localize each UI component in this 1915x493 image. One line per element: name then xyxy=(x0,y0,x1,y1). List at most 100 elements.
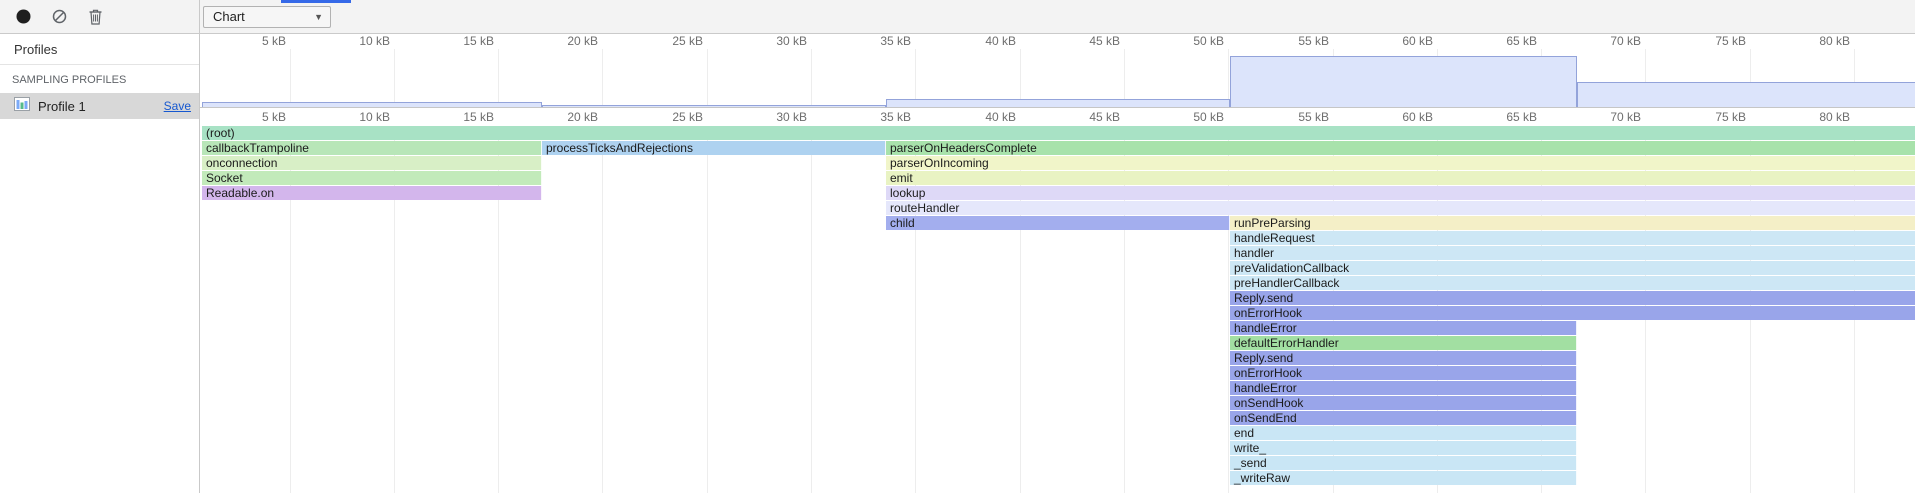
axis-tick-label: 75 kB xyxy=(1688,108,1746,126)
overview-ruler: 5 kB 10 kB 15 kB 20 kB 25 kB 30 kB 35 kB 40 kB 4… xyxy=(200,34,1915,49)
clear-icon xyxy=(52,9,67,24)
axis-tick-label: 15 kB xyxy=(436,108,494,126)
axis-tick-label: 80 kB xyxy=(1792,108,1850,126)
flame-bar[interactable]: preHandlerCallback xyxy=(1230,276,1915,290)
flame-bar[interactable]: runPreParsing xyxy=(1230,216,1915,230)
toolbar: Chart ▼ xyxy=(0,0,1915,34)
axis-tick-label: 80 kB xyxy=(1792,34,1850,49)
axis-tick-label: 55 kB xyxy=(1271,34,1329,49)
flame-bar[interactable]: processTicksAndRejections xyxy=(542,141,886,155)
axis-tick-label: 20 kB xyxy=(540,34,598,49)
flame-bar[interactable]: child xyxy=(886,216,1230,230)
gridline xyxy=(602,126,603,493)
axis-tick-label: 55 kB xyxy=(1271,108,1329,126)
gridline xyxy=(707,126,708,493)
active-panel-indicator xyxy=(281,0,351,3)
axis-tick-label: 50 kB xyxy=(1166,34,1224,49)
overview-timeline[interactable] xyxy=(200,49,1915,108)
gridline xyxy=(290,49,291,107)
flame-bar[interactable]: end xyxy=(1230,426,1577,440)
overview-step xyxy=(1577,82,1915,107)
gridline xyxy=(394,49,395,107)
axis-tick-label: 5 kB xyxy=(228,108,286,126)
gridline xyxy=(602,49,603,107)
flame-bar[interactable]: preValidationCallback xyxy=(1230,261,1915,275)
flame-bar[interactable]: handler xyxy=(1230,246,1915,260)
flame-bar[interactable]: parserOnIncoming xyxy=(886,156,1915,170)
flame-chart[interactable]: (root)callbackTrampolineprocessTicksAndR… xyxy=(200,126,1915,493)
toolbar-left xyxy=(0,0,200,33)
flame-bar[interactable]: _writeRaw xyxy=(1230,471,1577,485)
profile-icon xyxy=(14,97,30,116)
chevron-down-icon: ▼ xyxy=(314,12,323,22)
axis-tick-label: 15 kB xyxy=(436,34,494,49)
axis-tick-label: 40 kB xyxy=(958,108,1016,126)
flame-bar[interactable]: Reply.send xyxy=(1230,351,1577,365)
axis-tick-label: 20 kB xyxy=(540,108,598,126)
axis-tick-label: 35 kB xyxy=(853,34,911,49)
profiles-sidebar: Profiles SAMPLING PROFILES Profile 1 Sav… xyxy=(0,34,200,493)
sampling-profiles-heading: SAMPLING PROFILES xyxy=(0,65,199,93)
axis-tick-label: 30 kB xyxy=(749,108,807,126)
flame-bar[interactable]: emit xyxy=(886,171,1915,185)
overview-step xyxy=(202,102,542,107)
view-mode-select[interactable]: Chart ▼ xyxy=(203,6,331,28)
toolbar-main: Chart ▼ xyxy=(200,0,331,33)
flame-bar[interactable]: onErrorHook xyxy=(1230,366,1577,380)
flame-bar[interactable]: onErrorHook xyxy=(1230,306,1915,320)
axis-tick-label: 25 kB xyxy=(645,34,703,49)
record-icon xyxy=(16,9,31,24)
axis-tick-label: 60 kB xyxy=(1375,108,1433,126)
overview-step xyxy=(886,99,1230,107)
heap-profiler-panel: Chart ▼ Profiles SAMPLING PROFILES Profi… xyxy=(0,0,1915,493)
flame-bar[interactable]: Readable.on xyxy=(202,186,542,200)
axis-tick-label: 65 kB xyxy=(1479,108,1537,126)
flame-bar[interactable]: onSendEnd xyxy=(1230,411,1577,425)
sidebar-title: Profiles xyxy=(0,34,199,65)
delete-profile-button[interactable] xyxy=(85,7,105,27)
chart-ruler: 5 kB10 kB15 kB20 kB25 kB30 kB35 kB40 kB4… xyxy=(200,108,1915,126)
axis-tick-label: 45 kB xyxy=(1062,108,1120,126)
axis-tick-label: 40 kB xyxy=(958,34,1016,49)
flame-bar[interactable]: Socket xyxy=(202,171,542,185)
view-mode-value: Chart xyxy=(213,9,245,24)
gridline xyxy=(707,49,708,107)
flame-bar[interactable]: (root) xyxy=(202,126,1915,140)
clear-profiles-button[interactable] xyxy=(49,7,69,27)
overview-step xyxy=(1230,56,1577,107)
axis-tick-label: 65 kB xyxy=(1479,34,1537,49)
flame-bar[interactable]: onconnection xyxy=(202,156,542,170)
flame-bar[interactable]: lookup xyxy=(886,186,1915,200)
flame-bar[interactable]: routeHandler xyxy=(886,201,1915,215)
flame-bar[interactable]: callbackTrampoline xyxy=(202,141,542,155)
gridline xyxy=(811,126,812,493)
axis-tick-label: 10 kB xyxy=(332,34,390,49)
record-button[interactable] xyxy=(13,7,33,27)
overview-step xyxy=(542,105,886,107)
gridline xyxy=(811,49,812,107)
flame-bar[interactable]: handleError xyxy=(1230,321,1577,335)
axis-tick-label: 70 kB xyxy=(1583,34,1641,49)
axis-tick-label: 75 kB xyxy=(1688,34,1746,49)
axis-tick-label: 50 kB xyxy=(1166,108,1224,126)
flame-bar[interactable]: defaultErrorHandler xyxy=(1230,336,1577,350)
axis-tick-label: 30 kB xyxy=(749,34,807,49)
profile-name: Profile 1 xyxy=(38,99,156,114)
axis-tick-label: 60 kB xyxy=(1375,34,1433,49)
flame-bar[interactable]: handleError xyxy=(1230,381,1577,395)
flame-bar[interactable]: onSendHook xyxy=(1230,396,1577,410)
axis-tick-label: 35 kB xyxy=(853,108,911,126)
flame-bar[interactable]: write_ xyxy=(1230,441,1577,455)
axis-tick-label: 5 kB xyxy=(228,34,286,49)
flame-bar[interactable]: handleRequest xyxy=(1230,231,1915,245)
flame-bar[interactable]: parserOnHeadersComplete xyxy=(886,141,1915,155)
profile-item[interactable]: Profile 1 Save xyxy=(0,93,199,119)
flame-bar[interactable]: _send xyxy=(1230,456,1577,470)
chart-panel: 5 kB 10 kB 15 kB 20 kB 25 kB 30 kB 35 kB 40 kB 4… xyxy=(200,34,1915,493)
axis-tick-label: 45 kB xyxy=(1062,34,1120,49)
trash-icon xyxy=(89,9,102,25)
save-link[interactable]: Save xyxy=(164,99,191,113)
flame-bar[interactable]: Reply.send xyxy=(1230,291,1915,305)
axis-tick-label: 70 kB xyxy=(1583,108,1641,126)
axis-tick-label: 25 kB xyxy=(645,108,703,126)
